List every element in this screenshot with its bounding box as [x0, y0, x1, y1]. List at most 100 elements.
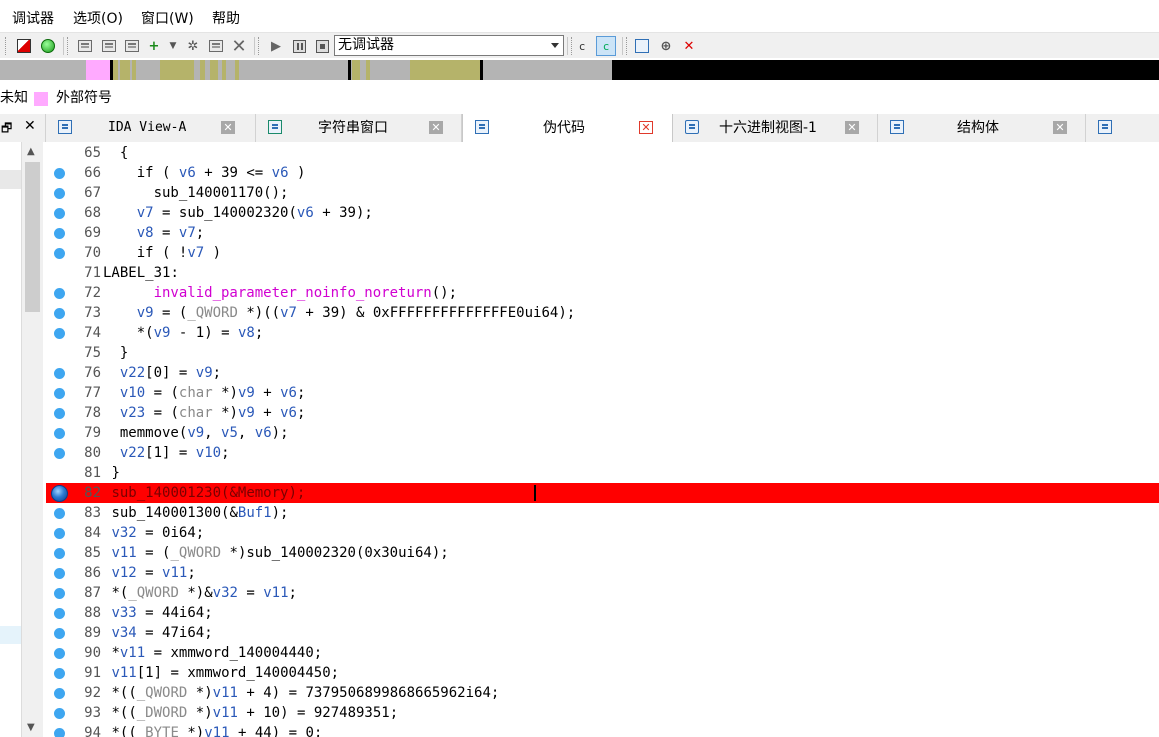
add-step-icon[interactable]: + [144, 36, 164, 56]
color-icon[interactable] [14, 36, 34, 56]
line-marker-icon[interactable] [54, 688, 65, 699]
stop-icon[interactable] [312, 36, 332, 56]
tab-structures[interactable]: 结构体 ✕ [878, 114, 1086, 142]
line-marker-icon[interactable] [54, 328, 65, 339]
code-line[interactable]: 65 { [46, 143, 1159, 163]
line-marker-icon[interactable] [54, 368, 65, 379]
code-line[interactable]: 94 *((_BYTE *)v11 + 44) = 0; [46, 723, 1159, 737]
line-marker-icon[interactable] [54, 168, 65, 179]
code-line[interactable]: 72 invalid_parameter_noinfo_noreturn(); [46, 283, 1159, 303]
line-marker-icon[interactable] [54, 288, 65, 299]
code-line[interactable]: 82 sub_140001230(&Memory); [46, 483, 1159, 503]
close-icon[interactable]: ✕ [845, 121, 859, 134]
toolbar-grip[interactable] [5, 37, 8, 55]
menu-options[interactable]: 选项(O) [73, 10, 123, 28]
tab-strings[interactable]: 字符串窗口 ✕ [256, 114, 462, 142]
close-icon[interactable]: ✕ [1053, 121, 1067, 134]
code-line[interactable]: 80 v22[1] = v10; [46, 443, 1159, 463]
scroll-thumb[interactable] [25, 162, 40, 312]
line-marker-icon[interactable] [54, 388, 65, 399]
list-add-icon[interactable] [75, 36, 95, 56]
code-line[interactable]: 90 *v11 = xmmword_140004440; [46, 643, 1159, 663]
code-line[interactable]: 93 *((_DWORD *)v11 + 10) = 927489351; [46, 703, 1159, 723]
code-line[interactable]: 83 sub_140001300(&Buf1); [46, 503, 1159, 523]
line-marker-icon[interactable] [54, 568, 65, 579]
line-marker-icon[interactable] [54, 308, 65, 319]
code-line[interactable]: 84 v32 = 0i64; [46, 523, 1159, 543]
line-marker-icon[interactable] [54, 208, 65, 219]
line-marker-icon[interactable] [54, 228, 65, 239]
left-panel-selected-row[interactable] [0, 170, 21, 189]
toolbar-grip-3[interactable] [258, 37, 261, 55]
breakpoint-icon[interactable] [51, 485, 68, 502]
code-line[interactable]: 88 v33 = 44i64; [46, 603, 1159, 623]
navigation-band[interactable] [0, 60, 1159, 80]
code-line[interactable]: 66 if ( v6 + 39 <= v6 ) [46, 163, 1159, 183]
code-line[interactable]: 92 *((_QWORD *)v11 + 4) = 73795068998686… [46, 683, 1159, 703]
play-icon[interactable]: ▶ [266, 36, 286, 56]
menu-debugger[interactable]: 调试器 [12, 10, 54, 28]
tab-ida-view-a[interactable]: IDA View-A ✕ [46, 114, 256, 142]
close-icon[interactable]: ✕ [639, 121, 653, 134]
code-line[interactable]: 81 } [46, 463, 1159, 483]
close-icon[interactable]: ✕ [24, 118, 36, 134]
code-line[interactable]: 85 v11 = (_QWORD *)sub_140002320(0x30ui6… [46, 543, 1159, 563]
close-x-icon[interactable]: ✕ [229, 36, 249, 57]
scroll-up-icon[interactable]: ▲ [27, 146, 35, 157]
line-marker-icon[interactable] [54, 428, 65, 439]
tab-more[interactable] [1086, 114, 1159, 142]
list-edit-icon[interactable] [99, 36, 119, 56]
code-line[interactable]: 69 v8 = v7; [46, 223, 1159, 243]
source-c-icon[interactable]: c [572, 36, 592, 56]
line-marker-icon[interactable] [54, 668, 65, 679]
code-line[interactable]: 87 *(_QWORD *)&v32 = v11; [46, 583, 1159, 603]
line-marker-icon[interactable] [54, 408, 65, 419]
pseudocode-view[interactable]: 65 {66 if ( v6 + 39 <= v6 ) 67 sub_140001… [46, 142, 1159, 737]
menu-help[interactable]: 帮助 [212, 10, 240, 28]
line-marker-icon[interactable] [54, 608, 65, 619]
breakpoint-add-icon[interactable]: ⊕ [656, 36, 676, 56]
code-line[interactable]: 67 sub_140001170(); [46, 183, 1159, 203]
code-line[interactable]: 73 v9 = (_QWORD *)((v7 + 39) & 0xFFFFFFF… [46, 303, 1159, 323]
code-line[interactable]: 68 v7 = sub_140002320(v6 + 39); [46, 203, 1159, 223]
line-marker-icon[interactable] [54, 728, 65, 737]
line-marker-icon[interactable] [54, 628, 65, 639]
code-line[interactable]: 91 v11[1] = xmmword_140004450; [46, 663, 1159, 683]
attach-icon[interactable] [632, 36, 652, 56]
cursor-c-icon[interactable]: c [596, 36, 616, 56]
left-scrollbar[interactable]: ▲ ▼ [21, 142, 43, 737]
code-line[interactable]: 70 if ( !v7 ) [46, 243, 1159, 263]
code-line[interactable]: 79 memmove(v9, v5, v6); [46, 423, 1159, 443]
code-line[interactable]: 75 } [46, 343, 1159, 363]
line-marker-icon[interactable] [54, 588, 65, 599]
line-marker-icon[interactable] [54, 528, 65, 539]
code-line[interactable]: 76 v22[0] = v9; [46, 363, 1159, 383]
restore-icon[interactable]: 🗗 [1, 119, 12, 140]
toolbar-grip-2[interactable] [67, 37, 70, 55]
close-icon[interactable]: ✕ [429, 121, 443, 134]
line-marker-icon[interactable] [54, 248, 65, 259]
code-line[interactable]: 86 v12 = v11; [46, 563, 1159, 583]
tab-pseudocode[interactable]: 伪代码 ✕ [462, 114, 673, 143]
scroll-down-icon[interactable]: ▼ [27, 722, 35, 733]
line-marker-icon[interactable] [54, 188, 65, 199]
struct-add-icon[interactable] [122, 36, 142, 56]
edit-icon[interactable] [206, 36, 226, 56]
pause-icon[interactable] [289, 36, 309, 56]
code-line[interactable]: 77 v10 = (char *)v9 + v6; [46, 383, 1159, 403]
line-marker-icon[interactable] [54, 548, 65, 559]
breakpoint-remove-icon[interactable]: ✕ [679, 36, 699, 56]
code-line[interactable]: 74 *(v9 - 1) = v8; [46, 323, 1159, 343]
tab-hex-view[interactable]: 十六进制视图-1 ✕ [673, 114, 878, 142]
menu-window[interactable]: 窗口(W) [141, 10, 194, 28]
debugger-select[interactable]: 无调试器 [334, 35, 564, 56]
close-icon[interactable]: ✕ [221, 121, 235, 134]
line-marker-icon[interactable] [54, 648, 65, 659]
code-line[interactable]: 89 v34 = 47i64; [46, 623, 1159, 643]
dropdown-arrow-icon[interactable]: ▼ [163, 36, 183, 56]
toolbar-grip-5[interactable] [626, 37, 629, 55]
line-marker-icon[interactable] [54, 708, 65, 719]
line-marker-icon[interactable] [54, 508, 65, 519]
code-line[interactable]: 78 v23 = (char *)v9 + v6; [46, 403, 1159, 423]
gear-icon[interactable]: ✲ [183, 36, 203, 56]
